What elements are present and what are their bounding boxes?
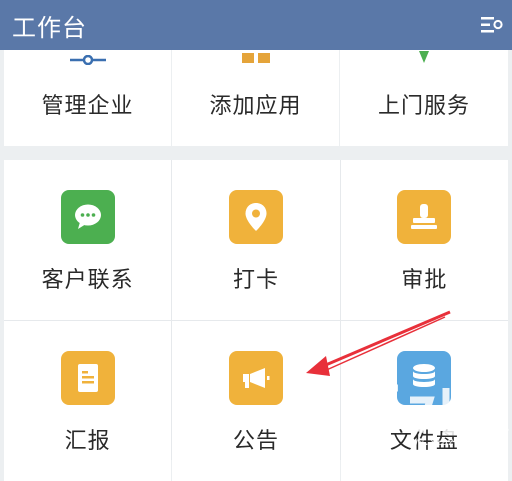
- page-title: 工作台: [12, 13, 87, 42]
- report-label: 汇报: [64, 429, 111, 454]
- top-app-bar: 工作台: [0, 0, 512, 50]
- clock-in-label: 打卡: [232, 268, 279, 293]
- organization-icon: [68, 50, 108, 69]
- manage-enterprise-tile[interactable]: 管理企业: [4, 50, 172, 146]
- add-app-label: 添加应用: [209, 94, 302, 119]
- top-app-row: 管理企业 添加应用 上门服务: [4, 50, 508, 146]
- site-watermark: www.xiazaiba.com: [360, 380, 510, 450]
- location-pin-icon: [228, 190, 283, 244]
- megaphone-icon: [228, 351, 283, 405]
- report-tile[interactable]: 汇报: [4, 321, 172, 481]
- onsite-service-tile[interactable]: 上门服务: [340, 50, 508, 146]
- announcement-label: 公告: [232, 429, 279, 454]
- announcement-tile[interactable]: 公告: [172, 321, 340, 481]
- manage-enterprise-label: 管理企业: [41, 94, 134, 119]
- add-app-icon: [241, 50, 271, 69]
- clock-in-tile[interactable]: 打卡: [172, 160, 340, 320]
- menu-list-icon[interactable]: [480, 12, 504, 38]
- watermark-logo: [370, 384, 509, 436]
- approval-tile[interactable]: 审批: [340, 160, 508, 320]
- chat-bubble-icon: [60, 190, 115, 244]
- add-app-tile[interactable]: 添加应用: [172, 50, 340, 146]
- report-document-icon: [60, 351, 115, 405]
- location-pin-icon: [416, 50, 432, 69]
- onsite-service-label: 上门服务: [377, 94, 470, 119]
- customer-contact-tile[interactable]: 客户联系: [4, 160, 172, 320]
- watermark-url: www.xiazaiba.com: [405, 437, 502, 448]
- customer-contact-label: 客户联系: [41, 268, 134, 293]
- stamp-icon: [397, 190, 452, 244]
- approval-label: 审批: [401, 268, 448, 293]
